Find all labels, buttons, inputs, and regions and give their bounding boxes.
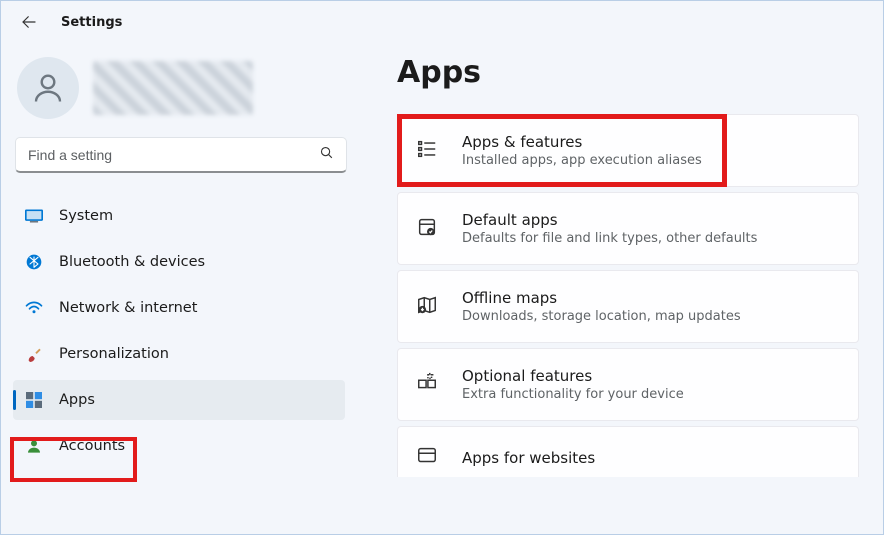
page-title: Apps bbox=[397, 55, 859, 90]
search-box[interactable] bbox=[15, 137, 347, 173]
profile-block[interactable] bbox=[11, 43, 347, 137]
apps-icon bbox=[25, 391, 43, 409]
sidebar-nav: System Bluetooth & devices Network & int… bbox=[11, 191, 347, 466]
app-title: Settings bbox=[61, 15, 122, 30]
card-title: Apps for websites bbox=[462, 449, 595, 467]
bluetooth-icon bbox=[25, 253, 43, 271]
sidebar-item-apps[interactable]: Apps bbox=[13, 380, 345, 420]
card-subtitle: Downloads, storage location, map updates bbox=[462, 309, 741, 324]
sidebar-item-label: Bluetooth & devices bbox=[59, 254, 205, 270]
sidebar-item-bluetooth[interactable]: Bluetooth & devices bbox=[13, 242, 345, 282]
brush-icon bbox=[25, 345, 43, 363]
card-default-apps[interactable]: Default apps Defaults for file and link … bbox=[397, 192, 859, 265]
sidebar-item-label: Apps bbox=[59, 392, 95, 408]
titlebar: Settings bbox=[1, 1, 883, 43]
map-icon bbox=[416, 294, 438, 320]
card-title: Optional features bbox=[462, 367, 684, 385]
sidebar-item-label: Personalization bbox=[59, 346, 169, 362]
card-title: Apps & features bbox=[462, 133, 702, 151]
list-icon bbox=[416, 138, 438, 164]
card-title: Offline maps bbox=[462, 289, 741, 307]
sidebar-item-label: Accounts bbox=[59, 438, 125, 454]
back-button[interactable] bbox=[17, 10, 41, 34]
default-apps-icon bbox=[416, 216, 438, 242]
card-apps-for-websites[interactable]: Apps for websites bbox=[397, 426, 859, 477]
card-title: Default apps bbox=[462, 211, 757, 229]
card-optional-features[interactable]: Optional features Extra functionality fo… bbox=[397, 348, 859, 421]
accounts-icon bbox=[25, 437, 43, 455]
websites-icon bbox=[416, 445, 438, 471]
sidebar-item-label: Network & internet bbox=[59, 300, 197, 316]
card-offline-maps[interactable]: Offline maps Downloads, storage location… bbox=[397, 270, 859, 343]
card-apps-and-features[interactable]: Apps & features Installed apps, app exec… bbox=[397, 114, 859, 187]
search-input[interactable] bbox=[28, 147, 319, 163]
card-subtitle: Extra functionality for your device bbox=[462, 387, 684, 402]
search-icon bbox=[319, 145, 334, 164]
sidebar-item-personalization[interactable]: Personalization bbox=[13, 334, 345, 374]
optional-features-icon bbox=[416, 372, 438, 398]
avatar bbox=[17, 57, 79, 119]
system-icon bbox=[25, 207, 43, 225]
wifi-icon bbox=[25, 299, 43, 317]
card-subtitle: Installed apps, app execution aliases bbox=[462, 153, 702, 168]
sidebar-item-label: System bbox=[59, 208, 113, 224]
card-subtitle: Defaults for file and link types, other … bbox=[462, 231, 757, 246]
sidebar-item-network[interactable]: Network & internet bbox=[13, 288, 345, 328]
sidebar-item-system[interactable]: System bbox=[13, 196, 345, 236]
user-name-redacted bbox=[93, 61, 253, 115]
sidebar-item-accounts[interactable]: Accounts bbox=[13, 426, 345, 466]
